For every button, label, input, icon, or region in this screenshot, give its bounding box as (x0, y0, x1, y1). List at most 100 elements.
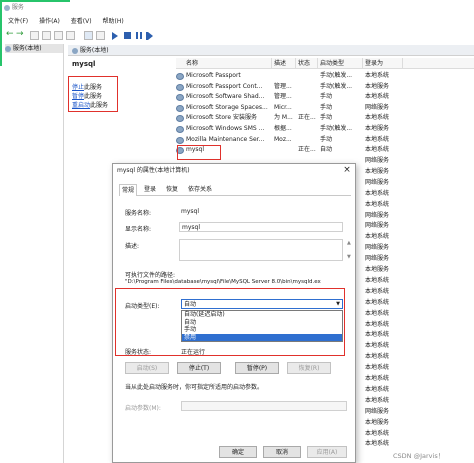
apply-button[interactable]: 应用(A) (307, 446, 347, 458)
logon-cell: 网络服务 (365, 407, 390, 415)
cell-name: Microsoft Passport Cont... (186, 82, 263, 90)
table-row[interactable]: Microsoft Storage Spaces... Micr... 手动 网络服务 (176, 103, 474, 114)
logon-cell: 本地服务 (365, 418, 390, 426)
resume-button[interactable]: 恢复(R) (287, 362, 331, 374)
menu-view[interactable]: 查看(V) (71, 18, 92, 25)
display-name-field[interactable]: mysql (179, 222, 343, 232)
header-services-icon (72, 47, 78, 54)
logon-cell: 网络服务 (365, 222, 390, 230)
cell-name: Microsoft Windows SMS ... (186, 125, 265, 132)
tab-recovery[interactable]: 恢复 (163, 184, 181, 196)
service-name-label: 服务名称: (125, 210, 152, 217)
logon-cell: 本地系统 (365, 429, 390, 437)
table-row[interactable]: Mozilla Maintenance Ser... Moz... 手动 本地系统 (176, 135, 474, 146)
cell-desc: Micr... (274, 103, 292, 111)
logon-cell: 网络服务 (365, 178, 390, 186)
start-params-label: 启动参数(M): (125, 405, 161, 412)
logon-cell: 本地系统 (365, 364, 390, 372)
logon-cell: 本地系统 (365, 375, 390, 382)
logon-cell: 网络服务 (365, 244, 390, 252)
column-desc[interactable]: 描述 (272, 58, 296, 69)
logon-cell: 本地系统 (365, 233, 390, 241)
stop-button[interactable]: 停止(T) (177, 362, 221, 374)
stop-service-icon[interactable] (124, 32, 131, 39)
column-startup[interactable]: 启动类型 (318, 58, 363, 69)
cell-logon: 本地系统 (365, 114, 390, 122)
screenshot-canvas: { "window": { "title": "服务" }, "menu": {… (0, 0, 474, 463)
restart-service-icon[interactable] (148, 32, 153, 40)
logon-cell: 网络服务 (365, 157, 390, 164)
pause-button[interactable]: 暂停(P) (235, 362, 279, 374)
logon-cell: 本地系统 (365, 385, 390, 393)
cell-desc: 管理... (274, 93, 292, 101)
start-params-hint: 当从此处启动服务时，你可指定所适用的启动参数。 (125, 384, 264, 391)
table-row[interactable]: Microsoft Windows SMS ... 根据... 手动(触发... 本地… (176, 124, 474, 135)
tab-dependencies[interactable]: 依存关系 (185, 184, 215, 196)
mysql-row-highlight (177, 145, 221, 160)
window-title: 服务 (11, 4, 24, 11)
back-arrow-icon[interactable]: ← (6, 29, 14, 39)
menu-file[interactable]: 文件(F) (8, 18, 28, 25)
cell-name: Microsoft Software Shad... (186, 93, 265, 101)
help-icon[interactable] (84, 31, 93, 40)
tree-item-label: 服务(本地) (12, 45, 42, 52)
table-row[interactable]: Microsoft Passport Cont... 管理... 手动(触发... 本… (176, 82, 474, 93)
logon-cell: 本地系统 (365, 440, 390, 448)
logon-cell: 本地系统 (365, 189, 390, 197)
cell-startup: 手动(触发... (320, 72, 353, 79)
window-title-bar: 服务 (4, 3, 24, 12)
toolbar: ← → (4, 28, 204, 42)
export-list-icon[interactable] (66, 31, 75, 40)
cell-startup: 手动 (320, 135, 333, 143)
logon-cell: 本地系统 (365, 396, 390, 404)
start-button[interactable]: 启动(S) (125, 362, 169, 374)
logon-cell: 本地系统 (365, 287, 390, 295)
logon-cell: 本地系统 (365, 342, 390, 350)
ok-button[interactable]: 确定 (219, 446, 257, 458)
forward-arrow-icon[interactable]: → (16, 29, 24, 39)
exe-path-label: 可执行文件的路径: (125, 272, 176, 279)
description-label: 描述: (125, 243, 140, 250)
cell-logon: 网络服务 (365, 103, 390, 111)
start-params-input[interactable] (181, 401, 347, 411)
cell-logon: 本地服务 (365, 125, 390, 132)
column-status[interactable]: 状态 (296, 58, 318, 69)
services-node-icon (5, 45, 11, 52)
logon-cell: 本地系统 (365, 200, 390, 208)
cancel-button[interactable]: 取消 (263, 446, 301, 458)
cell-logon: 本地系统 (365, 93, 390, 101)
tree-panel: 服务(本地) (4, 44, 64, 463)
menu-action[interactable]: 操作(A) (39, 18, 60, 25)
show-hide-icon[interactable] (96, 31, 105, 40)
cell-logon: 本地服务 (365, 82, 390, 90)
service-gear-icon (176, 73, 184, 80)
menu-help[interactable]: 帮助(H) (103, 18, 124, 25)
column-name[interactable]: 名称 (176, 58, 272, 69)
csdn-watermark: CSDN @Jarvis！ (393, 452, 445, 460)
logon-cell: 本地系统 (365, 276, 390, 284)
tree-item-services-local[interactable]: 服务(本地) (5, 44, 63, 53)
logon-cell: 本地服务 (365, 167, 390, 175)
cell-name: Microsoft Passport (186, 72, 241, 79)
cell-startup: 自动 (320, 146, 333, 154)
refresh-icon[interactable] (54, 31, 63, 40)
column-logon[interactable]: 登录为 (363, 58, 403, 69)
start-service-icon[interactable] (112, 32, 118, 40)
dialog-close-button[interactable]: × (341, 165, 353, 176)
table-row[interactable]: Microsoft Store 安装服务 为 M... 正在... 手动 本地系统 (176, 113, 474, 124)
cell-status: 正在... (298, 146, 316, 154)
console-tree-icon[interactable] (30, 31, 39, 40)
pause-service-icon[interactable] (136, 32, 138, 39)
tab-general[interactable]: 常规 (119, 184, 137, 196)
properties-sheet-icon[interactable] (42, 31, 51, 40)
description-scroll-up[interactable]: ▲ (347, 240, 351, 246)
logon-cell: 网络服务 (365, 255, 390, 263)
description-scroll-down[interactable]: ▼ (347, 254, 351, 260)
header-title: 服务(本地) (79, 47, 109, 54)
service-gear-icon (176, 94, 184, 102)
tab-logon[interactable]: 登录 (141, 184, 159, 196)
description-field[interactable] (179, 239, 343, 261)
cell-startup: 手动(触发... (320, 125, 353, 132)
table-row[interactable]: Microsoft Passport 手动(触发... 本地系统 (176, 71, 474, 82)
table-row[interactable]: Microsoft Software Shad... 管理... 手动 本地系统 (176, 92, 474, 103)
